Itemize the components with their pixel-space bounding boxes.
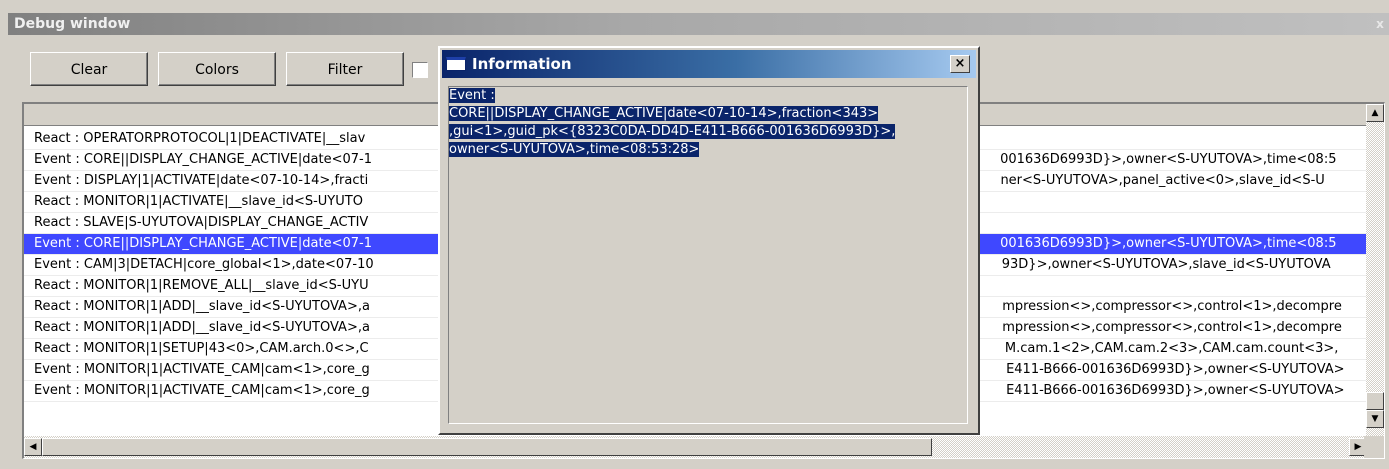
clear-button[interactable]: Clear — [30, 52, 148, 86]
dialog-title-bar[interactable]: Information × — [442, 50, 976, 78]
dialog-line: owner<S-UYUTOVA>,time<08:53:28> — [449, 142, 700, 157]
horizontal-scrollbar[interactable]: ◀ ▶ — [24, 436, 1367, 458]
window-close-icon[interactable]: x — [1373, 17, 1387, 31]
information-dialog: Information × Event : CORE||DISPLAY_CHAN… — [438, 46, 980, 435]
window-title-bar: Debug window x — [8, 13, 1389, 35]
vertical-scrollbar[interactable]: ▲ ▼ — [1366, 104, 1384, 436]
dialog-message: Event : CORE||DISPLAY_CHANGE_ACTIVE|date… — [449, 87, 967, 159]
dialog-message-box[interactable]: Event : CORE||DISPLAY_CHANGE_ACTIVE|date… — [448, 86, 968, 424]
scroll-up-icon[interactable]: ▲ — [1366, 104, 1384, 122]
window-icon — [446, 57, 466, 71]
filter-button[interactable]: Filter — [286, 52, 404, 86]
dialog-line: Event : — [449, 88, 495, 103]
scroll-corner — [1364, 436, 1384, 458]
dialog-close-button[interactable]: × — [950, 55, 970, 73]
filter-checkbox[interactable] — [412, 62, 428, 78]
scroll-left-icon[interactable]: ◀ — [24, 438, 42, 456]
dialog-title: Information — [472, 55, 572, 73]
scroll-down-icon[interactable]: ▼ — [1366, 410, 1384, 428]
window-title: Debug window — [14, 16, 131, 32]
vertical-scroll-thumb[interactable] — [1366, 392, 1384, 410]
colors-button[interactable]: Colors — [158, 52, 276, 86]
dialog-line: CORE||DISPLAY_CHANGE_ACTIVE|date<07-10-1… — [449, 106, 879, 121]
dialog-line: ,gui<1>,guid_pk<{8323C0DA-DD4D-E411-B666… — [449, 124, 896, 139]
horizontal-scroll-thumb[interactable] — [42, 438, 932, 456]
